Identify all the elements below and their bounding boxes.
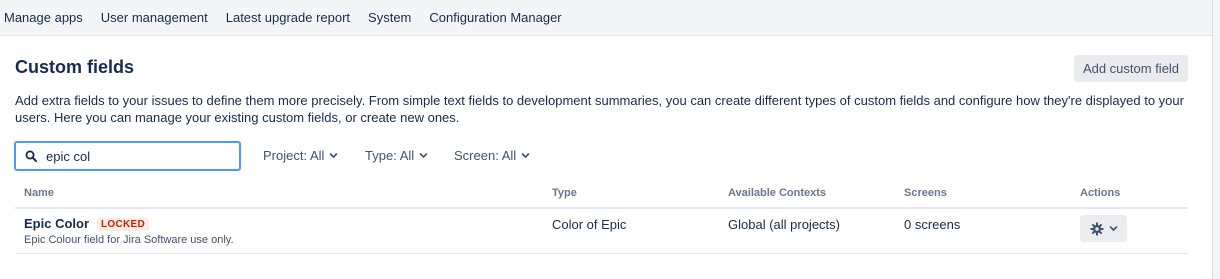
locked-badge: LOCKED <box>97 218 150 231</box>
project-filter[interactable]: Project: All <box>263 148 338 163</box>
top-navigation: Manage apps User management Latest upgra… <box>0 0 1212 36</box>
chevron-down-icon <box>329 151 338 160</box>
screen-filter-label: Screen: All <box>454 148 517 163</box>
column-header-screens[interactable]: Screens <box>904 187 947 199</box>
nav-latest-upgrade-report[interactable]: Latest upgrade report <box>226 10 350 25</box>
column-header-contexts[interactable]: Available Contexts <box>728 187 826 199</box>
nav-configuration-manager[interactable]: Configuration Manager <box>429 10 561 25</box>
gear-icon <box>1090 222 1104 236</box>
table-row: Epic Color LOCKED Epic Colour field for J… <box>15 209 1188 254</box>
nav-user-management[interactable]: User management <box>101 10 208 25</box>
search-input[interactable] <box>46 148 226 164</box>
field-name[interactable]: Epic Color <box>24 216 89 231</box>
actions-menu-button[interactable] <box>1080 215 1127 242</box>
chevron-down-icon <box>1109 224 1118 233</box>
project-filter-label: Project: All <box>263 148 325 163</box>
chevron-down-icon <box>521 151 530 160</box>
search-field[interactable] <box>14 141 241 171</box>
chevron-down-icon <box>419 151 428 160</box>
add-custom-field-button[interactable]: Add custom field <box>1074 55 1188 82</box>
scrollbar-track[interactable] <box>1212 0 1220 279</box>
page-description: Add extra fields to your issues to defin… <box>15 93 1184 125</box>
column-header-name[interactable]: Name <box>24 187 54 199</box>
column-header-type[interactable]: Type <box>552 187 577 199</box>
search-icon <box>24 149 38 163</box>
type-filter[interactable]: Type: All <box>365 148 428 163</box>
name-cell: Epic Color LOCKED <box>24 216 150 231</box>
nav-manage-apps[interactable]: Manage apps <box>4 10 83 25</box>
field-description: Epic Colour field for Jira Software use … <box>24 234 234 246</box>
custom-fields-table: Name Type Available Contexts Screens Act… <box>15 181 1188 254</box>
page-title: Custom fields <box>15 57 135 77</box>
type-filter-label: Type: All <box>365 148 415 163</box>
nav-system[interactable]: System <box>368 10 411 25</box>
screen-filter[interactable]: Screen: All <box>454 148 530 163</box>
field-screens: 0 screens <box>904 217 961 232</box>
column-header-actions: Actions <box>1080 187 1121 199</box>
table-header: Name Type Available Contexts Screens Act… <box>15 181 1188 209</box>
field-type: Color of Epic <box>552 217 627 232</box>
field-contexts: Global (all projects) <box>728 217 840 232</box>
